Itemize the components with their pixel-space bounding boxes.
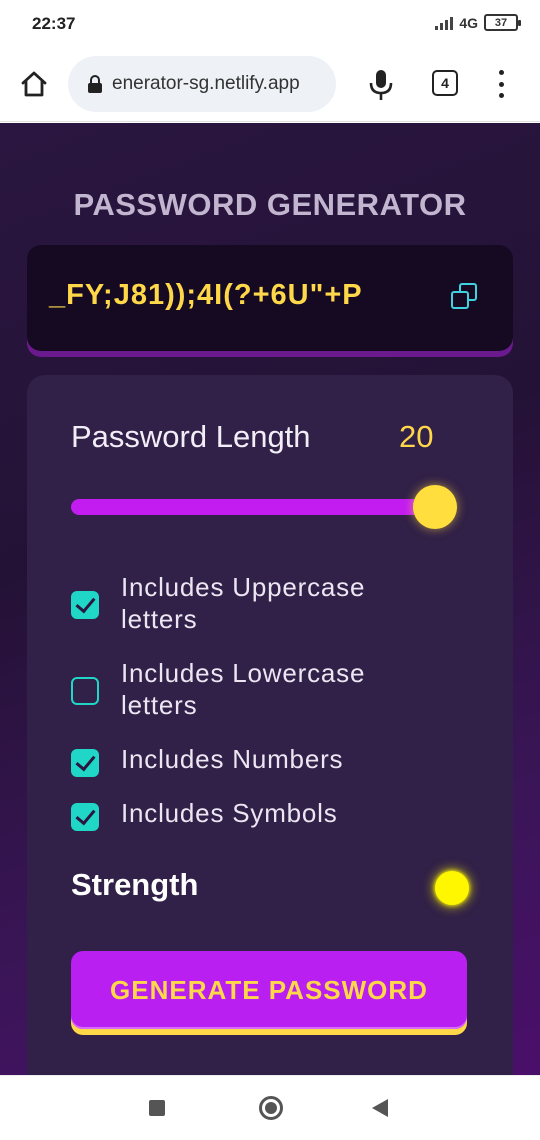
page-title: PASSWORD GENERATOR <box>73 187 467 222</box>
battery-icon: 37 <box>484 14 521 31</box>
status-icons: 4G 37 <box>435 14 521 31</box>
generate-password-button[interactable]: GENERATE PASSWORD <box>71 951 467 1029</box>
generated-password: _FY;J81));4I(?+6U"+P <box>49 279 363 311</box>
symbols-checkbox[interactable] <box>71 803 99 831</box>
option-label: Includes Uppercase letters <box>121 572 366 634</box>
more-vert-icon[interactable] <box>494 68 508 100</box>
option-lowercase[interactable]: Includes Lowercase letters <box>71 657 411 721</box>
numbers-checkbox[interactable] <box>71 749 99 777</box>
home-icon <box>21 71 47 97</box>
status-time: 22:37 <box>32 14 76 33</box>
app-page: PASSWORD GENERATOR _FY;J81));4I(?+6U"+P … <box>0 123 540 1075</box>
back-icon[interactable] <box>372 1099 388 1117</box>
option-symbols[interactable]: Includes Symbols <box>71 797 411 831</box>
slider-thumb[interactable] <box>413 485 457 529</box>
option-label: Includes Lowercase letters <box>121 658 366 720</box>
recents-icon[interactable] <box>149 1100 165 1116</box>
password-display: _FY;J81));4I(?+6U"+P <box>27 245 513 351</box>
lock-icon <box>88 75 102 93</box>
url-text: enerator-sg.netlify.app <box>112 73 300 94</box>
network-type: 4G <box>459 14 478 31</box>
option-numbers[interactable]: Includes Numbers <box>71 743 411 777</box>
tabs-button[interactable]: 4 <box>432 70 458 96</box>
length-slider[interactable] <box>71 485 457 529</box>
uppercase-checkbox[interactable] <box>71 591 99 619</box>
length-label: Password Length <box>71 419 311 454</box>
system-nav-bar <box>0 1075 540 1140</box>
lowercase-checkbox[interactable] <box>71 677 99 705</box>
settings-card: Password Length 20 Includes Uppercase le… <box>27 375 513 1075</box>
option-label: Includes Numbers <box>121 744 344 774</box>
strength-indicator <box>435 871 469 905</box>
option-uppercase[interactable]: Includes Uppercase letters <box>71 571 411 635</box>
microphone-icon <box>369 70 393 100</box>
strength-label: Strength <box>71 867 199 902</box>
home-button[interactable] <box>16 66 52 102</box>
home-circle-icon[interactable] <box>259 1096 283 1120</box>
copy-icon[interactable] <box>451 283 479 311</box>
battery-level: 37 <box>494 16 508 29</box>
browser-toolbar: enerator-sg.netlify.app 4 <box>0 48 540 122</box>
option-label: Includes Symbols <box>121 798 338 828</box>
length-value: 20 <box>399 419 434 454</box>
tabs-icon: 4 <box>441 75 449 91</box>
slider-track[interactable] <box>71 499 447 515</box>
signal-icon <box>435 16 454 30</box>
status-bar: 22:37 4G 37 <box>0 0 540 48</box>
voice-search-button[interactable] <box>366 68 396 102</box>
address-bar[interactable]: enerator-sg.netlify.app <box>68 56 336 112</box>
